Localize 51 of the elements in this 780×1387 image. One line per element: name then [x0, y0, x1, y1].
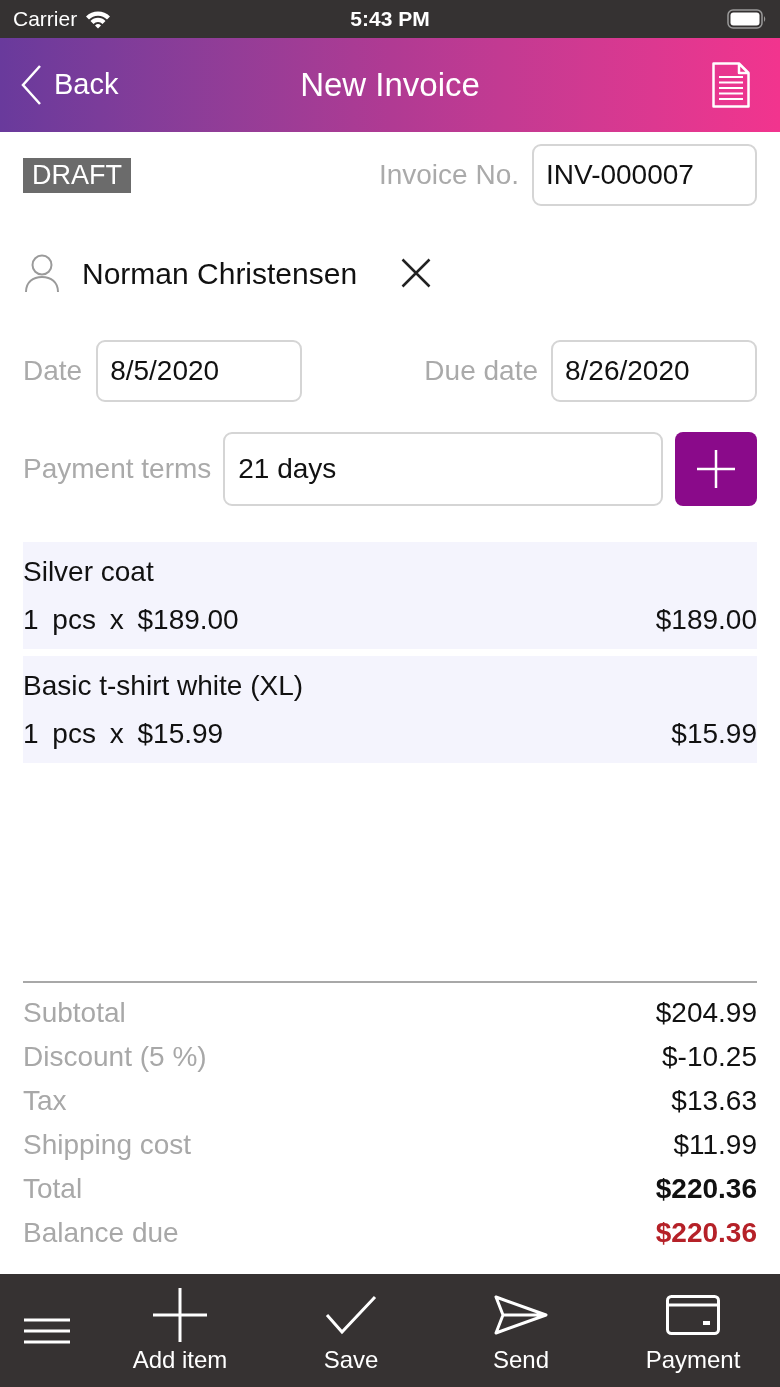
- summary-value: $204.99: [655, 996, 757, 1030]
- back-button[interactable]: Back: [20, 63, 119, 107]
- summary-value: $11.99: [673, 1128, 757, 1162]
- carrier-label: Carrier: [13, 6, 78, 33]
- item-amount: $15.99: [671, 716, 757, 751]
- summary-label: Subtotal: [23, 996, 126, 1030]
- item-quantity-price: 1 pcs x $15.99: [23, 716, 224, 751]
- line-item[interactable]: Basic t-shirt white (XL) 1 pcs x $15.99 $15.99: [23, 656, 757, 763]
- add-item-button[interactable]: Add item: [132, 1286, 228, 1375]
- summary-value: $220.36: [655, 1172, 757, 1206]
- customer-name[interactable]: Norman Christensen: [82, 250, 358, 296]
- plus-icon: [697, 450, 735, 488]
- item-name: Basic t-shirt white (XL): [23, 668, 305, 703]
- checkmark-icon: [325, 1294, 377, 1335]
- date-label: Date: [23, 354, 83, 388]
- send-icon: [494, 1294, 548, 1335]
- date-field[interactable]: 8/5/2020: [96, 340, 303, 402]
- close-icon[interactable]: [401, 258, 432, 288]
- status-badge: DRAFT: [23, 157, 131, 193]
- plus-icon: [153, 1287, 207, 1342]
- person-icon: [25, 253, 59, 293]
- save-button[interactable]: Save: [323, 1286, 379, 1375]
- item-quantity-price: 1 pcs x $189.00: [23, 602, 239, 637]
- summary-label: Balance due: [23, 1216, 179, 1250]
- summary-label: Total: [23, 1172, 83, 1206]
- summary-value: $220.36: [655, 1216, 757, 1250]
- payment-terms-label: Payment terms: [23, 452, 212, 486]
- menu-icon: [24, 1317, 70, 1344]
- summary-label: Shipping cost: [23, 1128, 192, 1162]
- summary-label: Tax: [23, 1084, 67, 1118]
- summary-value: $-10.25: [662, 1040, 757, 1074]
- clock-time: 5:43 PM: [350, 6, 430, 33]
- payment-terms-field[interactable]: 21 days: [223, 432, 663, 506]
- item-amount: $189.00: [655, 602, 757, 637]
- wifi-icon: [85, 9, 112, 29]
- due-date-label: Due date: [424, 354, 538, 388]
- invoice-number-field[interactable]: INV-000007: [532, 144, 757, 206]
- send-button[interactable]: Send: [492, 1286, 550, 1375]
- invoice-number-label: Invoice No.: [378, 158, 519, 192]
- line-item[interactable]: Silver coat 1 pcs x $189.00 $189.00: [23, 542, 757, 649]
- payment-button[interactable]: Payment: [645, 1286, 741, 1375]
- battery-icon: [727, 9, 767, 29]
- summary-label: Discount (5 %): [23, 1040, 207, 1074]
- item-name: Silver coat: [23, 554, 155, 589]
- document-icon[interactable]: [712, 62, 750, 108]
- due-date-field[interactable]: 8/26/2020: [551, 340, 757, 402]
- add-button[interactable]: [675, 432, 757, 506]
- summary-value: $13.63: [671, 1084, 757, 1118]
- credit-card-icon: [666, 1294, 720, 1335]
- screen-title: New Invoice: [300, 65, 480, 106]
- chevron-left-icon: [20, 64, 42, 106]
